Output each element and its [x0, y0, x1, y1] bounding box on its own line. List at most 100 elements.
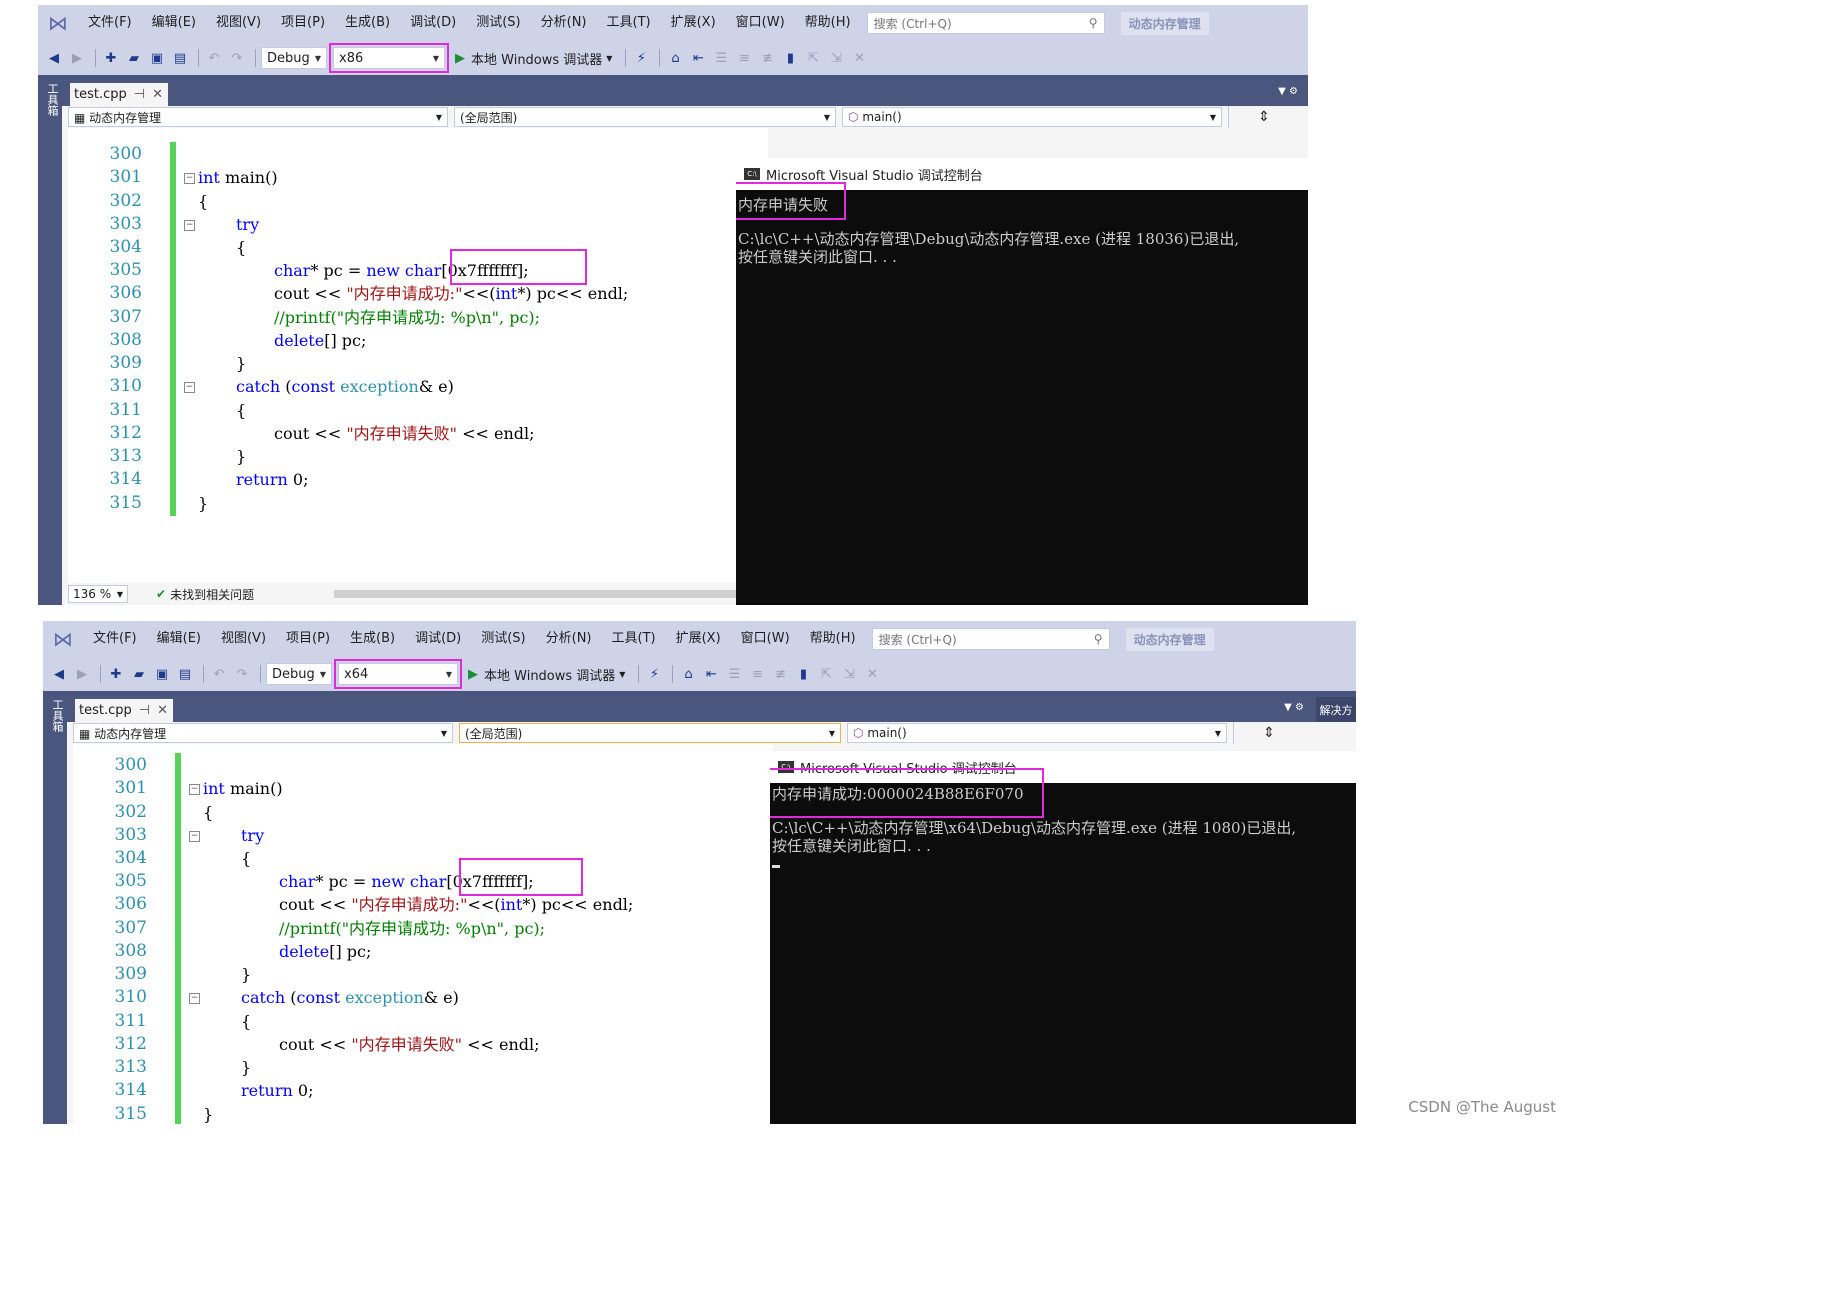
configuration-dropdown[interactable]: Debug ▼: [266, 663, 332, 685]
open-folder-icon[interactable]: ▰: [129, 664, 149, 684]
menu-edit[interactable]: 编辑(E): [147, 621, 211, 657]
collapse-icon[interactable]: −: [189, 784, 200, 795]
redo-icon[interactable]: ↷: [227, 48, 247, 68]
menu-edit[interactable]: 编辑(E): [142, 5, 206, 41]
next-bookmark-icon[interactable]: ⇲: [839, 664, 859, 684]
menu-build[interactable]: 生成(B): [340, 621, 405, 657]
project-scope-dropdown[interactable]: ▦ 动态内存管理 ▼: [68, 107, 448, 127]
format-icon[interactable]: ☰: [711, 48, 731, 68]
close-icon[interactable]: ✕: [157, 703, 168, 718]
menu-analyze[interactable]: 分析(N): [531, 5, 597, 41]
hot-reload-icon[interactable]: ⚡: [631, 48, 651, 68]
menu-tools[interactable]: 工具(T): [597, 5, 661, 41]
menu-extensions[interactable]: 扩展(X): [661, 5, 726, 41]
menu-debug[interactable]: 调试(D): [405, 621, 471, 657]
collapse-icon[interactable]: −: [189, 831, 200, 842]
comment-icon[interactable]: ≡: [747, 664, 767, 684]
menu-file[interactable]: 文件(F): [83, 621, 147, 657]
split-editor-button[interactable]: ⇕: [1233, 722, 1304, 744]
bookmark-icon[interactable]: ▮: [780, 48, 800, 68]
menu-test[interactable]: 测试(S): [471, 621, 535, 657]
uncomment-icon[interactable]: ≢: [770, 664, 790, 684]
open-folder-icon[interactable]: ▰: [124, 48, 144, 68]
start-debugging-button[interactable]: ▶ 本地 Windows 调试器 ▼: [455, 49, 612, 68]
format-icon[interactable]: ☰: [724, 664, 744, 684]
toolbox-strip[interactable]: 工具箱: [38, 75, 62, 605]
menu-help[interactable]: 帮助(H): [795, 5, 861, 41]
menu-analyze[interactable]: 分析(N): [536, 621, 602, 657]
menu-project[interactable]: 项目(P): [276, 621, 340, 657]
browser-icon[interactable]: ⌂: [665, 48, 685, 68]
menu-test[interactable]: 测试(S): [466, 5, 530, 41]
menu-help[interactable]: 帮助(H): [800, 621, 866, 657]
undo-icon[interactable]: ↶: [204, 48, 224, 68]
save-icon[interactable]: ▣: [147, 48, 167, 68]
global-scope-dropdown[interactable]: (全局范围) ▼: [454, 107, 836, 127]
save-all-icon[interactable]: ▤: [175, 664, 195, 684]
forward-icon[interactable]: ▶: [67, 48, 87, 68]
next-bookmark-icon[interactable]: ⇲: [826, 48, 846, 68]
prev-bookmark-icon[interactable]: ⇱: [816, 664, 836, 684]
global-scope-dropdown[interactable]: (全局范围) ▼: [459, 723, 841, 743]
menu-project[interactable]: 项目(P): [271, 5, 335, 41]
solution-explorer-tab[interactable]: 解决方: [1316, 697, 1356, 722]
function-dropdown[interactable]: ⬡ main() ▼: [847, 723, 1227, 743]
start-debugging-button[interactable]: ▶ 本地 Windows 调试器 ▼: [468, 665, 625, 684]
pin-icon[interactable]: ⊣: [139, 703, 150, 718]
menu-view[interactable]: 视图(V): [211, 621, 276, 657]
tab-test-cpp[interactable]: test.cpp ⊣ ✕: [75, 699, 173, 722]
menu-build[interactable]: 生成(B): [335, 5, 400, 41]
configuration-dropdown[interactable]: Debug ▼: [261, 47, 327, 69]
menu-window[interactable]: 窗口(W): [731, 621, 800, 657]
platform-dropdown[interactable]: x86 ▼: [329, 43, 449, 73]
issues-status[interactable]: 未找到相关问题: [170, 586, 254, 603]
debug-console-window[interactable]: C:\ Microsoft Visual Studio 调试控制台 内存申请失败…: [736, 158, 1308, 605]
visual-studio-logo-icon[interactable]: ⋈: [43, 621, 83, 657]
search-input[interactable]: 搜索 (Ctrl+Q) ⚲: [871, 628, 1110, 650]
back-icon[interactable]: ◀: [44, 48, 64, 68]
pin-icon[interactable]: ⊣: [134, 87, 145, 102]
redo-icon[interactable]: ↷: [232, 664, 252, 684]
platform-dropdown[interactable]: x64 ▼: [334, 659, 462, 689]
back-icon[interactable]: ◀: [49, 664, 69, 684]
tab-options-icon[interactable]: ▼ ⚙: [1278, 86, 1298, 97]
step-icon[interactable]: ⇤: [688, 48, 708, 68]
function-dropdown[interactable]: ⬡ main() ▼: [842, 107, 1222, 127]
menu-tools[interactable]: 工具(T): [602, 621, 666, 657]
menu-view[interactable]: 视图(V): [206, 5, 271, 41]
collapse-icon[interactable]: −: [184, 382, 195, 393]
debug-console-window[interactable]: C:\ Microsoft Visual Studio 调试控制台 内存申请成功…: [770, 751, 1356, 1124]
close-icon[interactable]: ✕: [152, 87, 163, 102]
collapse-icon[interactable]: −: [189, 993, 200, 1004]
bookmark-icon[interactable]: ▮: [793, 664, 813, 684]
new-project-icon[interactable]: ✚: [101, 48, 121, 68]
visual-studio-logo-icon[interactable]: ⋈: [38, 5, 78, 41]
collapse-icon[interactable]: −: [184, 173, 195, 184]
horizontal-scrollbar[interactable]: [334, 590, 768, 598]
menu-window[interactable]: 窗口(W): [726, 5, 795, 41]
prev-bookmark-icon[interactable]: ⇱: [803, 48, 823, 68]
search-input[interactable]: 搜索 (Ctrl+Q) ⚲: [866, 12, 1105, 34]
browser-icon[interactable]: ⌂: [678, 664, 698, 684]
undo-icon[interactable]: ↶: [209, 664, 229, 684]
step-icon[interactable]: ⇤: [701, 664, 721, 684]
clear-bookmark-icon[interactable]: ✕: [849, 48, 869, 68]
save-all-icon[interactable]: ▤: [170, 48, 190, 68]
toolbox-strip[interactable]: 工具箱: [43, 691, 67, 1124]
zoom-dropdown[interactable]: 136 % ▼: [68, 585, 128, 603]
save-icon[interactable]: ▣: [152, 664, 172, 684]
code-editor[interactable]: 300 301 302 303 304 305 306 307 308 309 …: [68, 128, 768, 583]
collapse-icon[interactable]: −: [184, 220, 195, 231]
forward-icon[interactable]: ▶: [72, 664, 92, 684]
menu-file[interactable]: 文件(F): [78, 5, 142, 41]
code-editor[interactable]: 300 301 302 303 304 305 306 307 308 309 …: [73, 744, 773, 1124]
tab-options-icon[interactable]: ▼ ⚙: [1284, 702, 1304, 713]
clear-bookmark-icon[interactable]: ✕: [862, 664, 882, 684]
hot-reload-icon[interactable]: ⚡: [644, 664, 664, 684]
tab-test-cpp[interactable]: test.cpp ⊣ ✕: [70, 83, 168, 106]
project-scope-dropdown[interactable]: ▦ 动态内存管理 ▼: [73, 723, 453, 743]
split-editor-button[interactable]: ⇕: [1228, 106, 1299, 128]
menu-debug[interactable]: 调试(D): [400, 5, 466, 41]
menu-extensions[interactable]: 扩展(X): [666, 621, 731, 657]
uncomment-icon[interactable]: ≢: [757, 48, 777, 68]
